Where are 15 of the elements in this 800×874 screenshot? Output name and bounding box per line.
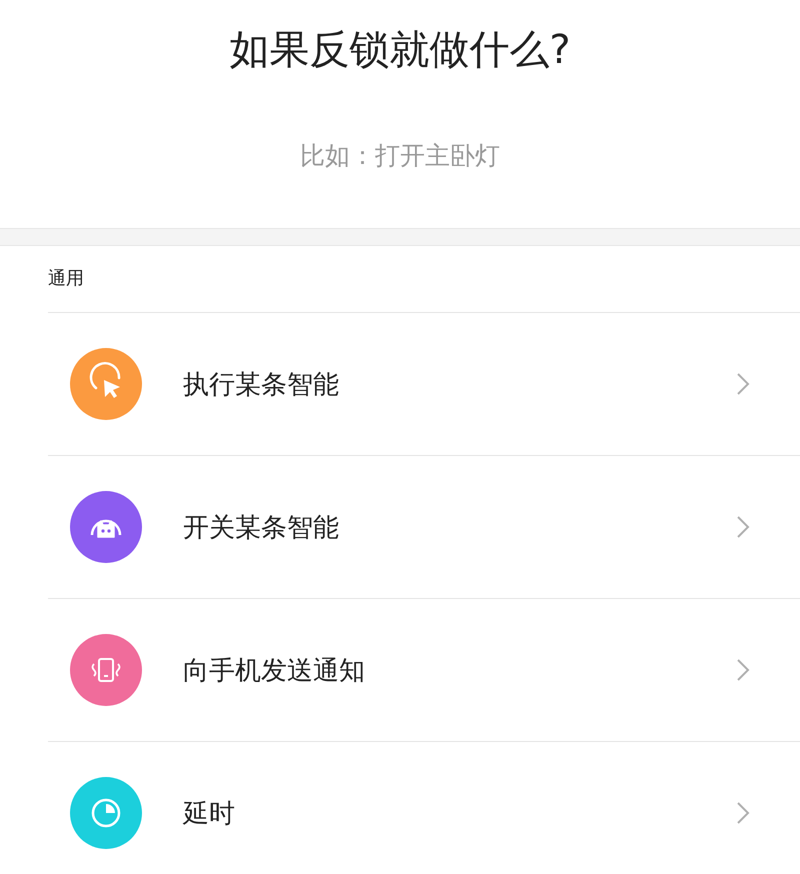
action-label: 开关某条智能: [183, 512, 340, 544]
action-label: 延时: [183, 798, 236, 830]
action-label: 执行某条智能: [183, 368, 340, 402]
action-label: 向手机发送通知: [183, 654, 366, 688]
section-label: 通用: [47, 267, 85, 291]
chevron-right-icon: [736, 515, 750, 539]
action-item[interactable]: 开关某条智能: [48, 455, 800, 598]
action-item[interactable]: 延时: [48, 741, 800, 874]
action-item[interactable]: 向手机发送通知: [48, 598, 800, 741]
chevron-right-icon: [736, 658, 750, 682]
page-title: 如果反锁就做什么?: [229, 26, 571, 75]
example-text: 比如：打开主卧灯: [300, 140, 500, 172]
chevron-right-icon: [736, 801, 750, 825]
chevron-right-icon: [736, 372, 750, 396]
action-item[interactable]: 执行某条智能: [48, 312, 800, 455]
